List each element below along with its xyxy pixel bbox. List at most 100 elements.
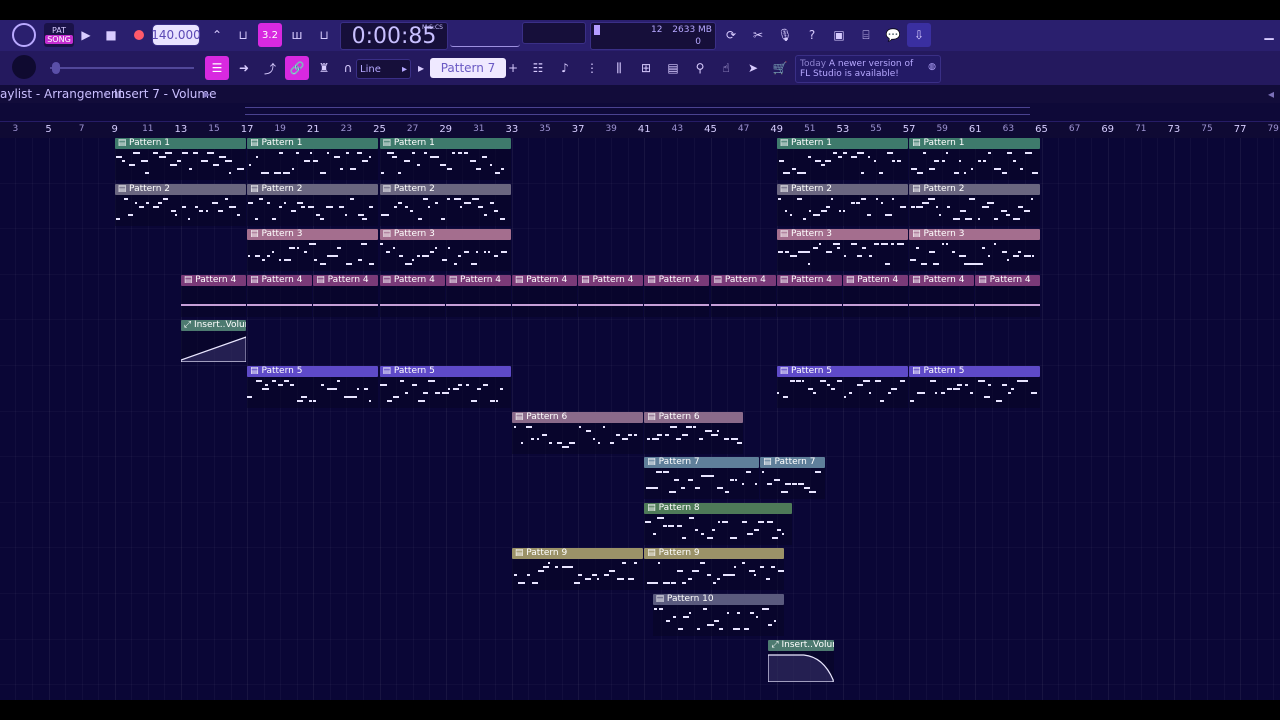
tool-button[interactable]: ➤ [741,56,765,80]
add-pattern-button[interactable]: + [507,58,519,78]
note-mark [941,392,946,394]
pattern-clip[interactable]: ▤ Pattern 9 [511,548,644,591]
titlebar-arrow-icon[interactable]: ◂ [1268,87,1274,101]
timeline-ruler[interactable]: 3 5 7 9 11 13 15 17 19 21 23 25 27 29 31 33 35 37 39 41 43 45… [0,121,1280,139]
pattern-clip[interactable]: ▤ Pattern 4 [710,274,776,317]
pattern-clip[interactable]: ▤ Pattern 1 [909,138,1041,180]
breadcrumb-insert[interactable]: Insert 7 - Volume [114,87,216,101]
pattern-clip[interactable]: ▤ Pattern 2 [909,183,1041,226]
mic-button[interactable]: 🎙 [773,23,797,47]
pattern-clip[interactable]: ▤ Pattern 4 [180,274,247,317]
pattern-clip[interactable]: ▤ Pattern 4 [247,274,313,317]
countdown-button[interactable]: 3.2 [258,23,282,47]
pattern-clip[interactable]: ▤ Pattern 6 [644,411,743,454]
mixer-button[interactable]: ⫼ [607,56,631,80]
overview-scroll-window[interactable] [245,107,1030,115]
pattern-prev-button[interactable]: ▸ [416,59,426,77]
browser-button[interactable]: ⊞ [634,56,658,80]
slider-handle[interactable] [52,62,60,74]
pattern-clip[interactable]: ▤ Pattern 1 [776,138,909,180]
time-display[interactable]: 0:00:85 M:S:CS [340,22,448,50]
channel-rack-button[interactable]: ⋮ [580,56,604,80]
stop-button[interactable]: ■ [99,23,123,47]
pattern-clip[interactable]: ▤ Pattern 4 [644,274,710,317]
snap-selector[interactable]: Line ▸ [356,59,411,79]
pattern-clip[interactable]: ▤ Pattern 7 [760,457,826,500]
news-panel[interactable]: Today A newer version of FL Studio is av… [795,55,941,83]
pattern-clip[interactable]: ▤ Pattern 1 [114,138,247,180]
pattern-clip[interactable]: ▤ Pattern 3 [776,229,909,272]
store-button[interactable]: 🛒 [768,56,792,80]
note-mark [301,396,308,398]
note-mark [736,612,740,614]
pattern-clip[interactable]: ▤ Pattern 5 [379,366,511,408]
pattern-clip[interactable]: ▤ Pattern 4 [511,274,578,317]
pattern-clip[interactable]: ▤ Pattern 9 [644,548,784,591]
pattern-clip[interactable]: ▤ Pattern 3 [909,229,1041,272]
pattern-clip[interactable]: ▤ Pattern 3 [379,229,511,272]
chat-button[interactable]: 💬 [881,23,905,47]
minimize-button[interactable]: ▁ [1262,26,1276,40]
note-mark [144,172,149,174]
undo-button[interactable]: ⟳ [719,23,743,47]
blend-notes-button[interactable]: ш [285,23,309,47]
automation-clip[interactable]: ⤢ Insert..Volume [180,320,247,363]
master-volume-knob[interactable] [12,23,36,47]
pattern-clip[interactable]: ▤ Pattern 2 [776,183,909,226]
magnet-icon[interactable]: ∩ [344,61,353,75]
note-mark [890,388,897,390]
pattern-clip[interactable]: ▤ Pattern 4 [842,274,909,317]
pat-song-toggle[interactable]: PAT SONG [44,23,74,47]
pattern-clip[interactable]: ▤ Pattern 3 [247,229,379,272]
overview-strip[interactable] [0,103,1280,121]
cut-button[interactable]: ✂ [746,23,770,47]
midi-button[interactable]: ⌸ [854,23,878,47]
pattern-clip[interactable]: ▤ Pattern 2 [114,183,247,226]
automation-clip[interactable]: ⤢ Insert..Volume [768,639,834,682]
pattern-clip[interactable]: ▤ Pattern 4 [445,274,511,317]
draw-button[interactable]: ⤴ [258,56,282,80]
download-button[interactable]: ⇩ [907,23,931,47]
arrow-button[interactable]: ➜ [232,56,256,80]
pattern-clip[interactable]: ▤ Pattern 4 [776,274,842,317]
playlist-button[interactable]: ☰ [205,56,229,80]
pattern-selector[interactable]: Pattern 7 [430,58,506,78]
piano-roll-button[interactable]: ♪ [553,56,577,80]
record-button[interactable] [127,23,151,47]
tempo-display[interactable]: 140.000 [151,24,201,46]
pattern-clip[interactable]: ▤ Pattern 2 [379,183,511,226]
note-mark [198,209,203,212]
pattern-clip[interactable]: ▤ Pattern 4 [909,274,975,317]
touch-controller-button[interactable]: ☝ [714,56,738,80]
note-mark [946,205,950,208]
play-button[interactable]: ▶ [74,23,98,47]
pattern-clip[interactable]: ▤ Pattern 8 [644,502,793,545]
pattern-clip[interactable]: ▤ Pattern 1 [379,138,511,180]
pattern-clip[interactable]: ▤ Pattern 4 [313,274,379,317]
pattern-clip[interactable]: ▤ Pattern 6 [511,411,644,454]
save-button[interactable]: ▣ [827,23,851,47]
playlist-view-button[interactable]: ☷ [526,56,550,80]
pattern-clip[interactable]: ▤ Pattern 7 [644,457,760,500]
master-volume-slider[interactable] [50,62,194,74]
plugin-button[interactable]: ⚲ [688,56,712,80]
stamp-button[interactable]: ♜ [312,56,336,80]
note-mark [447,197,451,200]
pattern-clip[interactable]: ▤ Pattern 1 [247,138,379,180]
loop-record-button[interactable]: ⊔ [312,23,336,47]
pattern-clip[interactable]: ▤ Pattern 5 [247,366,379,408]
link-button[interactable]: 🔗 [285,56,309,80]
wait-input-button[interactable]: ⊔ [231,23,255,47]
pattern-clip[interactable]: ▤ Pattern 4 [975,274,1041,317]
plugin-picker-button[interactable]: ▤ [661,56,685,80]
pattern-clip[interactable]: ▤ Pattern 5 [776,366,909,408]
pattern-clip[interactable]: ▤ Pattern 5 [909,366,1041,408]
pattern-clip[interactable]: ▤ Pattern 4 [379,274,445,317]
metronome-button[interactable]: ⌃ [205,23,229,47]
playlist-arrangement[interactable]: ▤ Pattern 1 ▤ Pattern 1 ▤ Pattern 1 ▤ Patte… [0,138,1280,700]
pattern-clip[interactable]: ▤ Pattern 10 [652,594,784,636]
help-button[interactable]: ? [800,23,824,47]
pattern-clip[interactable]: ▤ Pattern 4 [578,274,644,317]
master-pitch-knob[interactable] [12,55,36,79]
pattern-clip[interactable]: ▤ Pattern 2 [247,183,379,226]
